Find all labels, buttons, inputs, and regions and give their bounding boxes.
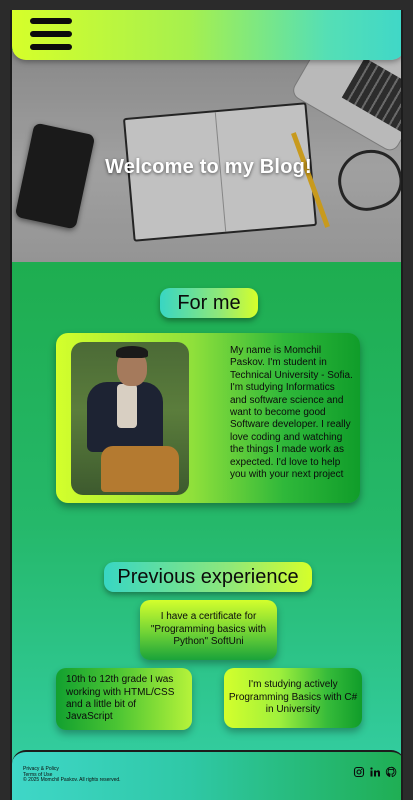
social-links <box>353 766 397 778</box>
linkedin-icon[interactable] <box>369 766 381 778</box>
hero-title: Welcome to my Blog! <box>105 156 312 178</box>
experience-text: 10th to 12th grade I was working with HT… <box>66 674 175 723</box>
github-icon[interactable] <box>385 766 397 778</box>
experience-card: I have a certificate for "Programming ba… <box>140 600 277 660</box>
experience-card: I'm studying actively Programming Basics… <box>224 668 362 728</box>
page-frame: Welcome to my Blog! For me My name is Mo… <box>10 10 403 800</box>
top-navbar <box>12 10 401 60</box>
experience-text: I'm studying actively Programming Basics… <box>228 679 358 716</box>
instagram-icon[interactable] <box>353 766 365 778</box>
experience-heading: Previous experience <box>104 562 312 592</box>
footer-links: Privacy & Policy Terms of Use © 2025 Mom… <box>23 766 121 784</box>
hero-banner: Welcome to my Blog! <box>12 50 401 262</box>
about-heading: For me <box>160 288 258 318</box>
copyright-text: © 2025 Momchil Paskov. All rights reserv… <box>23 777 121 784</box>
experience-text: I have a certificate for "Programming ba… <box>150 611 267 648</box>
about-text: My name is Momchil Paskov. I'm student i… <box>230 345 353 481</box>
footer: Privacy & Policy Terms of Use © 2025 Mom… <box>12 750 401 800</box>
profile-photo <box>71 342 189 495</box>
experience-card: 10th to 12th grade I was working with HT… <box>56 668 192 730</box>
about-card: My name is Momchil Paskov. I'm student i… <box>56 333 360 503</box>
hamburger-menu-icon[interactable] <box>28 16 74 52</box>
